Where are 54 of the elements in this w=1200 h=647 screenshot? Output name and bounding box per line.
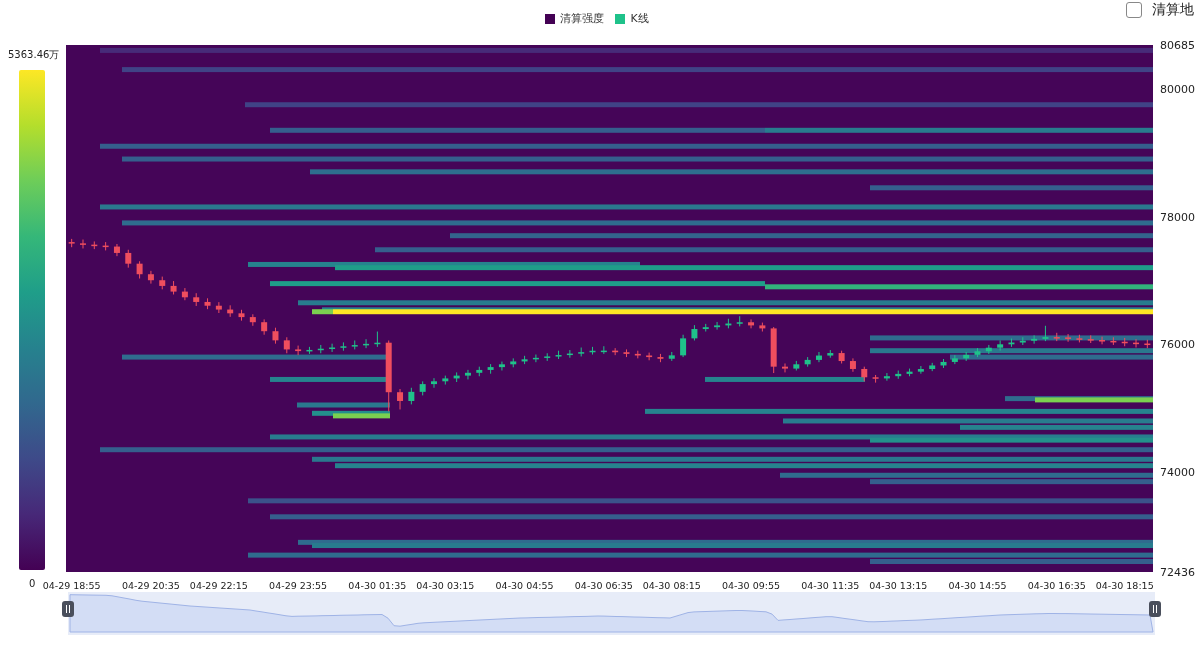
x-axis-label: 04-30 03:15: [416, 580, 475, 591]
candlestick: [498, 361, 505, 371]
candlestick: [431, 377, 437, 389]
x-axis-label: 04-30 06:35: [574, 580, 633, 591]
zoom-slider[interactable]: [68, 592, 1155, 635]
toggle-label[interactable]: 清算地: [1152, 1, 1194, 19]
scale-max-label: 5363.46万: [8, 48, 60, 62]
x-axis-label: 04-30 08:15: [642, 580, 701, 591]
candlestick: [997, 339, 1004, 352]
x-axis-label: 04-30 18:15: [1095, 580, 1154, 591]
candlestick: [782, 362, 789, 373]
legend-label[interactable]: K线: [630, 11, 649, 26]
candlestick: [883, 372, 890, 382]
x-axis-label: 04-29 22:15: [189, 580, 248, 591]
checkbox[interactable]: [1126, 2, 1142, 18]
slider-handle-icon[interactable]: [62, 601, 74, 617]
y-axis-label: 72436: [1160, 566, 1195, 579]
color-scale-bar[interactable]: [19, 70, 45, 570]
legend-label[interactable]: 清算强度: [560, 11, 605, 26]
candlestick: [748, 318, 755, 329]
candlestick: [113, 243, 120, 257]
candlestick: [646, 352, 653, 361]
candlestick: [464, 369, 471, 380]
x-axis-label: 04-30 01:35: [348, 580, 407, 591]
candlestick: [79, 239, 86, 249]
x-axis-label: 04-29 18:55: [42, 580, 101, 591]
y-axis-label: 80685: [1160, 39, 1195, 52]
candlestick: [1031, 334, 1038, 345]
candlestick: [295, 345, 302, 356]
slider-handle-icon[interactable]: [1149, 601, 1161, 617]
candlestick: [147, 270, 154, 285]
y-axis-label: 74000: [1160, 466, 1195, 480]
scale-min-label: 0: [29, 578, 36, 589]
candlestick: [714, 321, 721, 331]
y-axis-label: 76000: [1160, 338, 1195, 352]
x-axis-label: 04-30 04:55: [495, 580, 554, 591]
x-axis-label: 04-30 11:35: [801, 580, 860, 591]
y-axis-label: 78000: [1160, 210, 1195, 224]
candlestick: [397, 388, 404, 410]
y-axis-label: 80000: [1160, 82, 1195, 96]
x-axis-label: 04-30 13:15: [869, 580, 928, 591]
x-axis-label: 04-30 16:35: [1027, 580, 1086, 591]
candlestick: [1099, 336, 1106, 345]
heatmap-band: [333, 413, 390, 419]
x-axis-label: 04-29 20:35: [121, 580, 180, 591]
candlestick: [1065, 333, 1072, 343]
candlestick: [917, 365, 924, 375]
candlestick: [849, 357, 856, 373]
candlestick: [680, 334, 687, 358]
x-axis-label: 04-30 14:55: [948, 580, 1007, 591]
candlestick: [815, 351, 822, 363]
candlestick: [215, 301, 222, 314]
x-axis-label: 04-30 09:55: [722, 580, 781, 591]
x-axis-label: 04-29 23:55: [269, 580, 328, 591]
